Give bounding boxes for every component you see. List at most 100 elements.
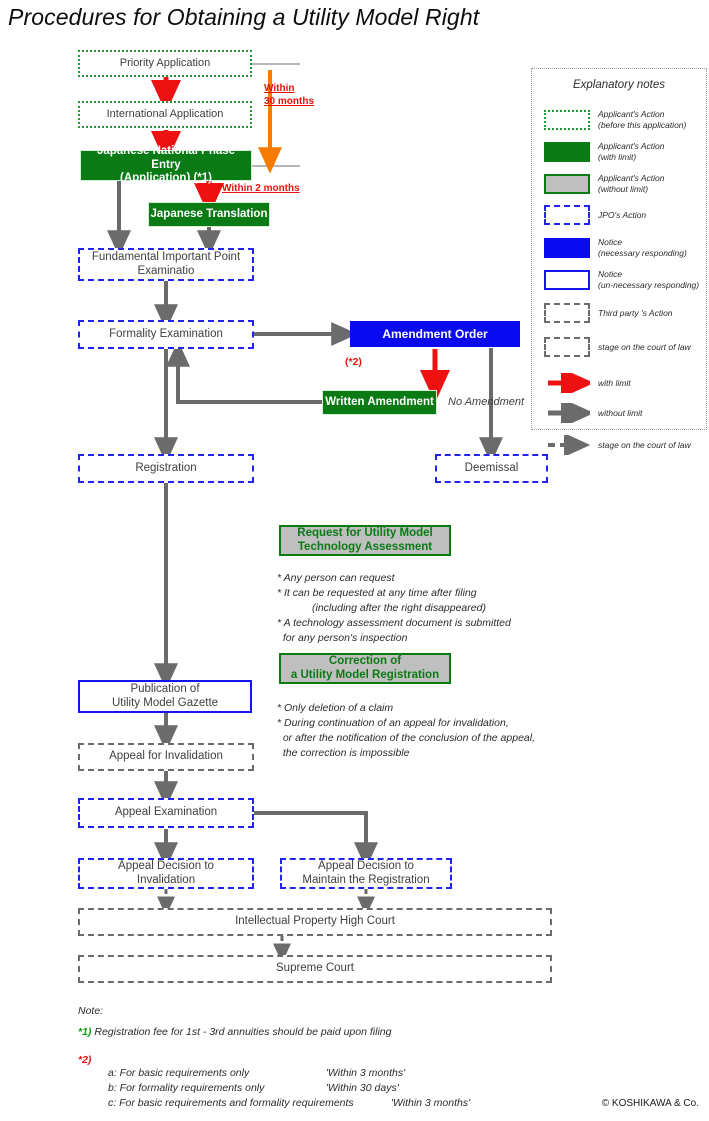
legend-line1: Applicant's Action xyxy=(598,109,665,119)
node-publication-utility-model-gazette[interactable]: Publication of Utility Model Gazette xyxy=(78,680,252,713)
node-label-line1: Appeal Decision to xyxy=(318,859,414,872)
footnote-row-value: 'Within 3 months' xyxy=(390,1097,471,1110)
diagram-canvas: Procedures for Obtaining a Utility Model… xyxy=(0,0,709,1121)
node-appeal-examination[interactable]: Appeal Examination xyxy=(78,798,254,828)
legend-line2: (with limit) xyxy=(598,151,637,162)
legend-line2: (un-necessary responding) xyxy=(598,279,700,290)
legend-line1: Notice xyxy=(598,269,623,279)
legend-item-text: JPO's Action xyxy=(598,210,646,221)
legend-line2: (necessary responding) xyxy=(598,247,687,258)
legend-title: Explanatory notes xyxy=(572,79,666,91)
node-label: Registration xyxy=(135,461,197,474)
legend-item-notice-unnecessary: Notice (un-necessary responding) xyxy=(544,269,706,290)
node-label-line1: Correction of xyxy=(328,654,402,667)
node-intellectual-property-high-court[interactable]: Intellectual Property High Court xyxy=(78,908,552,936)
green-outline-gray-fill-box-icon xyxy=(544,173,590,194)
node-label-line1: Request for Utility Model xyxy=(297,526,433,539)
legend-item-without-limit-arrow: without limit xyxy=(544,397,706,428)
node-label-line2: Invalidation xyxy=(136,873,196,886)
footnote-star1-text: Registration fee for 1st - 3rd annuities… xyxy=(94,1026,392,1038)
solid-blue-box-icon xyxy=(544,237,590,258)
node-label: Deemissal xyxy=(464,461,519,474)
legend-item-third-party-action: Third party 's Action xyxy=(544,303,706,323)
node-priority-application[interactable]: Priority Application xyxy=(78,50,252,77)
node-international-application[interactable]: International Application xyxy=(78,101,252,128)
footnote-row-label: a: For basic requirements only xyxy=(108,1067,250,1079)
legend-item-applicant-action-without-limit: Applicant's Action (without limit) xyxy=(544,173,706,194)
node-written-amendment[interactable]: Written Amendment xyxy=(322,390,437,415)
legend-item-stage-court-arrow: stage on the court of law xyxy=(544,432,706,457)
node-label: Written Amendment xyxy=(325,395,434,408)
node-formality-examination[interactable]: Formality Examination xyxy=(78,320,254,349)
legend-item-text: stage on the court of law xyxy=(598,342,691,353)
legend-item-text: Applicant's Action (with limit) xyxy=(598,141,665,162)
legend-item-jpo-action: JPO's Action xyxy=(544,205,706,225)
legend-box: Explanatory notes Applicant's Action (be… xyxy=(531,68,707,457)
dotted-green-box-icon xyxy=(544,109,590,130)
node-label-line2: Maintain the Registration xyxy=(302,873,430,886)
footnotes: Note: *1) Registration fee for 1st - 3rd… xyxy=(78,1005,470,1112)
legend-line1: JPO's Action xyxy=(598,209,647,220)
node-label-line1: Publication of xyxy=(130,682,200,695)
legend-line1: Notice xyxy=(598,237,623,247)
node-request-technology-assessment[interactable]: Request for Utility Model Technology Ass… xyxy=(279,525,451,556)
edge-label-star2: (*2) xyxy=(345,356,362,368)
edge-label-within-30-months-line2: 30 months xyxy=(264,96,315,107)
node-label-line1: Appeal Decision to xyxy=(118,859,214,872)
node-deemissal[interactable]: Deemissal xyxy=(435,454,548,483)
correction-notes: * Only deletion of a claim * During cont… xyxy=(277,702,535,759)
footnote-star2-marker: *2) xyxy=(78,1054,92,1066)
node-label: Formality Examination xyxy=(109,327,223,340)
blue-outline-white-box-icon xyxy=(544,269,590,290)
legend-item-applicant-action-with-limit: Applicant's Action (with limit) xyxy=(544,141,706,162)
node-label: Intellectual Property High Court xyxy=(235,915,395,928)
node-amendment-order[interactable]: Amendment Order xyxy=(350,321,520,347)
node-appeal-for-invalidation[interactable]: Appeal for Invalidation xyxy=(78,743,254,771)
footnote-row: b: For formality requirements only 'With… xyxy=(108,1081,470,1096)
legend-line1: without limit xyxy=(598,407,643,418)
legend-item-notice-necessary: Notice (necessary responding) xyxy=(544,237,706,258)
node-label: Appeal Examination xyxy=(114,806,218,819)
node-label: Priority Application xyxy=(119,57,211,70)
legend-item-text: Notice (necessary responding) xyxy=(598,237,687,258)
legend-item-text: Third party 's Action xyxy=(598,308,673,319)
footnote-star1: *1) Registration fee for 1st - 3rd annui… xyxy=(78,1026,470,1038)
legend-item-text: with limit xyxy=(598,378,631,389)
node-appeal-decision-invalidation[interactable]: Appeal Decision to Invalidation xyxy=(78,858,254,889)
node-fundamental-important-point-examination[interactable]: Fundamental Important Point Examinatio xyxy=(78,248,254,281)
node-supreme-court[interactable]: Supreme Court xyxy=(78,955,552,983)
node-japanese-national-phase-entry[interactable]: Japanese National Phase Entry (Applicati… xyxy=(80,145,252,184)
legend-line1: with limit xyxy=(598,377,631,388)
node-appeal-decision-maintain-registration[interactable]: Appeal Decision to Maintain the Registra… xyxy=(280,858,452,889)
legend-line1: stage on the court of law xyxy=(598,341,691,352)
assessment-notes: * Any person can request * It can be req… xyxy=(277,572,511,644)
node-label: Amendment Order xyxy=(382,326,488,341)
node-label-line1: Fundamental Important Point xyxy=(91,250,241,263)
node-japanese-translation[interactable]: Japanese Translation xyxy=(148,202,270,227)
dashed-blue-box-icon xyxy=(544,205,590,225)
legend-item-text: Applicant's Action (before this applicat… xyxy=(598,109,686,130)
legend-item-applicant-action-before: Applicant's Action (before this applicat… xyxy=(544,109,706,130)
footnotes-heading: Note: xyxy=(78,1005,104,1017)
red-arrow-icon xyxy=(544,367,594,398)
footnote-row-value: 'Within 30 days' xyxy=(325,1082,399,1095)
edge-label-no-amendment: No Amendment xyxy=(448,396,525,408)
legend-line1: stage on the court of law xyxy=(598,439,691,450)
legend-item-text: without limit xyxy=(598,408,642,419)
legend-item-text: stage on the court of law xyxy=(598,440,691,451)
node-registration[interactable]: Registration xyxy=(78,454,254,483)
node-label-line1: Japanese National Phase Entry xyxy=(96,145,236,171)
footnote-row-value: 'Within 3 months' xyxy=(325,1067,406,1079)
page-title: Procedures for Obtaining a Utility Model… xyxy=(8,4,480,30)
legend-line1: Applicant's Action xyxy=(598,141,665,151)
edge-label-within-30-months-line1: Within xyxy=(264,83,295,94)
node-label-line2: Utility Model Gazette xyxy=(111,696,219,709)
gray-dashed-arrow-icon xyxy=(544,432,591,457)
footnote-row: c: For basic requirements and formality … xyxy=(108,1096,470,1111)
node-label: Japanese Translation xyxy=(150,207,268,220)
legend-item-stage-court-box: stage on the court of law xyxy=(544,337,706,357)
node-correction-of-registration[interactable]: Correction of a Utility Model Registrati… xyxy=(279,653,451,684)
footnote-row-label: b: For formality requirements only xyxy=(108,1082,265,1095)
edge-label-within-2-months: Within 2 months xyxy=(222,183,300,194)
legend-item-with-limit-arrow: with limit xyxy=(544,367,706,398)
